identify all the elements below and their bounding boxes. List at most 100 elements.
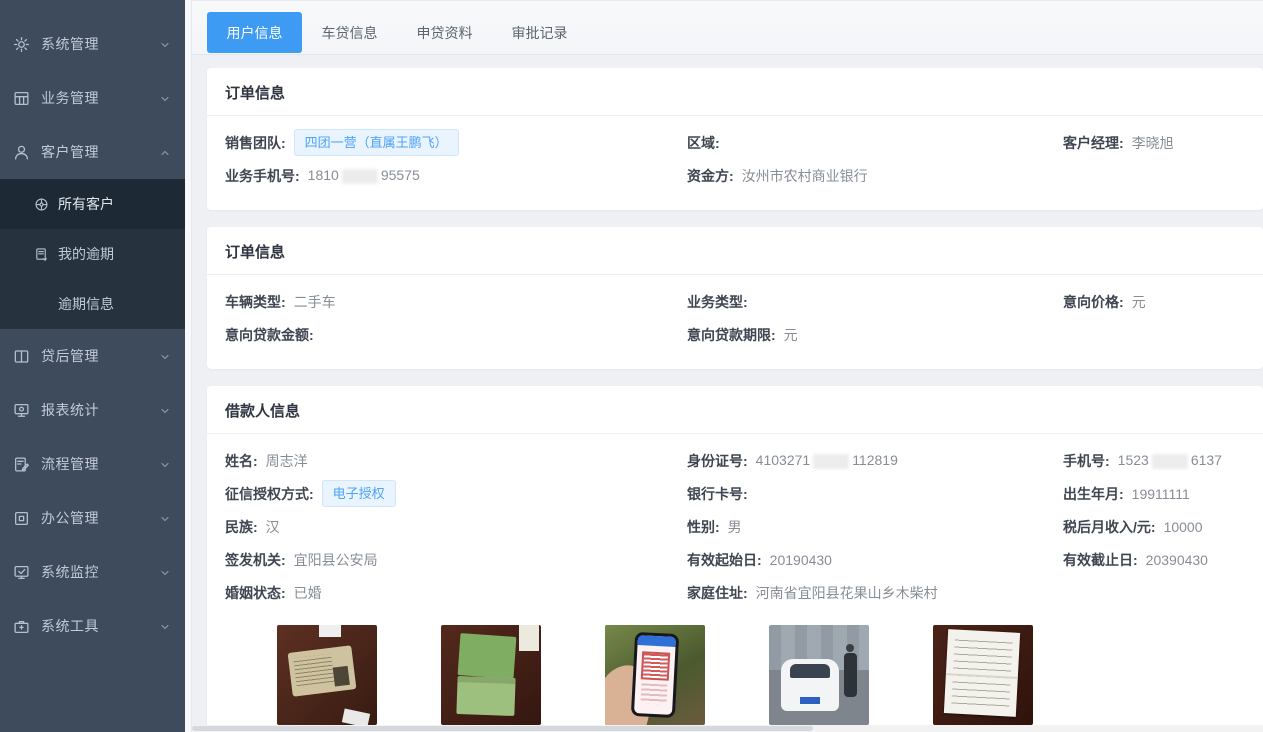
field-id-number: 身份证号: 4103271112819: [687, 444, 1063, 477]
id-card-photo-thumbnail[interactable]: [277, 625, 377, 725]
content-scroll-area[interactable]: 订单信息 销售团队: 四团一营（直属王鹏飞） 区域: 客户经理:: [192, 55, 1263, 732]
field-value: 汉: [266, 517, 280, 537]
field-label: 有效截止日:: [1063, 550, 1138, 570]
horizontal-scrollbar-thumb[interactable]: [192, 726, 813, 731]
chevron-down-icon: [159, 38, 171, 50]
field-intent-loan-term: 意向贷款期限: 元: [687, 318, 1063, 351]
sidebar-item-customer-management[interactable]: 客户管理: [0, 125, 185, 179]
attachment-other-document-photo[interactable]: 其他材料: [933, 625, 1033, 732]
field-marital-status: 婚姻状态: 已婚: [225, 576, 687, 609]
field-value: 李晓旭: [1132, 133, 1174, 153]
field-value: 河南省宜阳县花果山乡木柴村: [756, 583, 938, 603]
field-credit-auth: 征信授权方式: 电子授权: [225, 477, 687, 510]
field-valid-to: 有效截止日: 20390430: [1063, 543, 1245, 576]
sidebar-item-system-monitor[interactable]: 系统监控: [0, 545, 185, 599]
attachment-credit-report-photo[interactable]: 征信图片: [605, 625, 705, 732]
toolbox-icon: [13, 618, 30, 635]
field-value: 元: [1132, 292, 1146, 312]
field-funder: 资金方: 汝州市农村商业银行: [687, 159, 1063, 192]
field-value: 4103271112819: [756, 452, 898, 469]
sidebar-item-system-management[interactable]: 系统管理: [0, 17, 185, 71]
horizontal-scrollbar[interactable]: [192, 725, 1263, 732]
field-label: 出生年月:: [1063, 484, 1124, 504]
sidebar-item-label: 业务管理: [41, 88, 159, 108]
green-booklet-photo-thumbnail[interactable]: [441, 625, 541, 725]
sales-team-tag[interactable]: 四团一营（直属王鹏飞）: [294, 129, 459, 156]
chevron-down-icon: [159, 458, 171, 470]
field-value: 20190430: [770, 552, 832, 568]
attachment-person-car-photo[interactable]: 人车合影: [769, 625, 869, 732]
sidebar-item-label: 我的逾期: [58, 244, 114, 264]
tab-approval-records[interactable]: 审批记录: [492, 12, 587, 53]
sidebar: 系统管理 业务管理 客户管理 所有客户 我的逾期 逾期信息: [0, 0, 185, 732]
sidebar-item-label: 系统工具: [41, 616, 159, 636]
field-label: 税后月收入/元:: [1063, 517, 1156, 537]
field-bank-card: 银行卡号:: [687, 477, 1063, 510]
field-value: 宜阳县公安局: [294, 550, 378, 570]
tab-loan-application-docs[interactable]: 申贷资料: [397, 12, 492, 53]
chevron-down-icon: [159, 512, 171, 524]
open-book-icon: [13, 348, 30, 365]
sidebar-item-all-customers[interactable]: 所有客户: [0, 179, 185, 229]
field-label: 区域:: [687, 133, 720, 153]
field-value: 181095575: [308, 167, 420, 184]
car-person-photo-thumbnail[interactable]: [769, 625, 869, 725]
field-label: 资金方:: [687, 166, 734, 186]
field-label: 销售团队:: [225, 133, 286, 153]
sidebar-item-overdue-info[interactable]: 逾期信息: [0, 279, 185, 329]
field-label: 婚姻状态:: [225, 583, 286, 603]
field-label: 手机号:: [1063, 451, 1110, 471]
sidebar-item-system-tools[interactable]: 系统工具: [0, 599, 185, 653]
field-mobile: 手机号: 15236137: [1063, 444, 1245, 477]
attachment-id-card-photo[interactable]: 个人照: [277, 625, 377, 732]
tab-user-info[interactable]: 用户信息: [207, 12, 302, 53]
gear-icon: [13, 36, 30, 53]
chevron-down-icon: [159, 350, 171, 362]
field-label: 有效起始日:: [687, 550, 762, 570]
attachment-license-booklet-photo[interactable]: 驾驶证照片: [441, 625, 541, 732]
field-business-phone: 业务手机号: 181095575: [225, 159, 687, 192]
field-value: 男: [728, 517, 742, 537]
tab-car-loan-info[interactable]: 车贷信息: [302, 12, 397, 53]
field-value: 20390430: [1146, 552, 1208, 568]
sidebar-item-label: 办公管理: [41, 508, 159, 528]
field-intent-price: 意向价格: 元: [1063, 285, 1245, 318]
sidebar-item-postloan-management[interactable]: 贷后管理: [0, 329, 185, 383]
sidebar-scroll-gutter[interactable]: [185, 0, 192, 732]
credit-auth-tag[interactable]: 电子授权: [322, 480, 396, 507]
page: 系统管理 业务管理 客户管理 所有客户 我的逾期 逾期信息: [0, 0, 1263, 732]
field-value: 元: [784, 325, 798, 345]
monitor-chart-icon: [13, 402, 30, 419]
field-label: 身份证号:: [687, 451, 748, 471]
sidebar-item-label: 所有客户: [58, 194, 114, 214]
field-label: 意向贷款金额:: [225, 325, 314, 345]
field-valid-from: 有效起始日: 20190430: [687, 543, 1063, 576]
field-label: 征信授权方式:: [225, 484, 314, 504]
sidebar-item-office-management[interactable]: 办公管理: [0, 491, 185, 545]
main-area: 用户信息 车贷信息 申贷资料 审批记录 订单信息 销售团队: 四团一营（直属王鹏…: [192, 0, 1263, 732]
field-value: 周志洋: [266, 451, 308, 471]
field-label: 民族:: [225, 517, 258, 537]
field-label: 银行卡号:: [687, 484, 748, 504]
sidebar-item-business-management[interactable]: 业务管理: [0, 71, 185, 125]
sidebar-item-label: 逾期信息: [58, 294, 114, 314]
sidebar-item-report-statistics[interactable]: 报表统计: [0, 383, 185, 437]
phone-qr-photo-thumbnail[interactable]: [605, 625, 705, 725]
sidebar-item-my-overdue[interactable]: 我的逾期: [0, 229, 185, 279]
document-photo-thumbnail[interactable]: [933, 625, 1033, 725]
field-ethnicity: 民族: 汉: [225, 510, 687, 543]
field-label: 姓名:: [225, 451, 258, 471]
field-business-type: 业务类型:: [687, 285, 1063, 318]
chevron-down-icon: [159, 92, 171, 104]
office-icon: [13, 510, 30, 527]
monitor-check-icon: [13, 564, 30, 581]
sidebar-item-process-management[interactable]: 流程管理: [0, 437, 185, 491]
field-gender: 性别: 男: [687, 510, 1063, 543]
field-label: 客户经理:: [1063, 133, 1124, 153]
field-value: 19911111: [1132, 486, 1190, 502]
redacted-segment: [813, 454, 849, 469]
field-label: 业务类型:: [687, 292, 748, 312]
chevron-down-icon: [159, 620, 171, 632]
field-account-manager: 客户经理: 李晓旭: [1063, 126, 1245, 159]
borrower-info-card: 借款人信息 姓名: 周志洋 身份证号: 4103271112819 手机号:: [207, 386, 1263, 732]
